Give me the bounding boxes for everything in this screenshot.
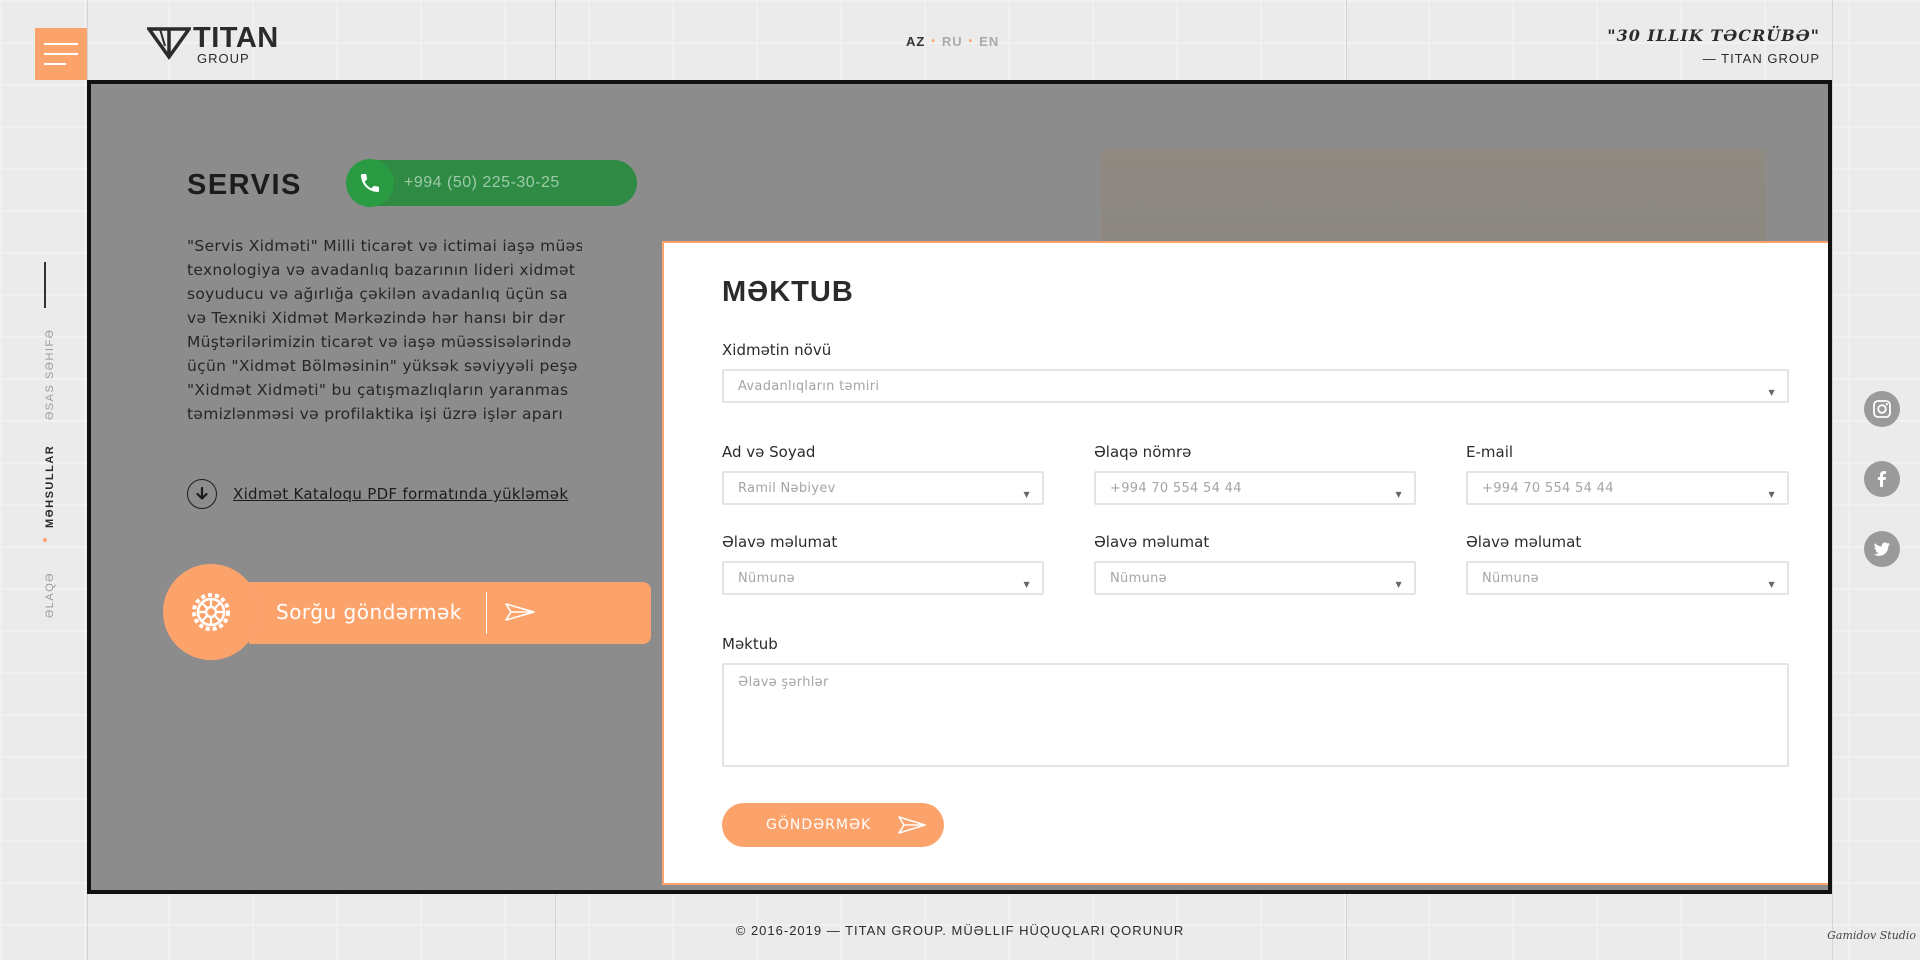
- footer-copyright: © 2016-2019 — TITAN GROUP. MÜƏLLIF HÜQUQ…: [735, 923, 1185, 938]
- description-line: və Texniki Xidmət Mərkəzində hər hansı b…: [187, 309, 566, 327]
- email-label: E-mail: [1466, 443, 1514, 461]
- menu-bar-icon: [44, 43, 78, 45]
- caret-down-icon: ▼: [1395, 490, 1402, 499]
- extra-info-placeholder: Nümunə: [738, 570, 795, 586]
- logo[interactable]: TITAN GROUP: [147, 24, 279, 65]
- hamburger-menu-button[interactable]: [35, 28, 87, 80]
- request-gear-circle[interactable]: [163, 564, 259, 660]
- gear-icon: [192, 593, 230, 631]
- request-label: Sorğu göndərmək: [276, 600, 462, 624]
- download-icon: [196, 486, 208, 500]
- submit-label: GÖNDƏRMƏK: [766, 817, 872, 833]
- caret-down-icon: ▼: [1768, 388, 1775, 397]
- phone-label: Əlaqə nömrə: [1094, 443, 1192, 461]
- paper-plane-icon: [505, 603, 535, 621]
- paper-plane-icon: [898, 816, 926, 834]
- twitter-icon: [1873, 542, 1890, 556]
- instagram-button[interactable]: [1864, 391, 1900, 427]
- nav-active-dot: [43, 538, 47, 542]
- extra-info-label: Əlavə məlumat: [1466, 533, 1582, 551]
- caret-down-icon: ▼: [1768, 490, 1775, 499]
- caret-down-icon: ▼: [1023, 490, 1030, 499]
- letter-modal: MƏKTUB Xidmətin növü Avadanlıqların təmi…: [662, 241, 1828, 885]
- name-label: Ad və Soyad: [722, 443, 816, 461]
- twitter-button[interactable]: [1864, 531, 1900, 567]
- lang-separator: •: [931, 36, 936, 47]
- message-placeholder: Əlavə şərhlər: [738, 675, 829, 690]
- service-type-label: Xidmətin növü: [722, 341, 832, 359]
- service-description: "Servis Xidməti" Milli ticarət və ictima…: [187, 234, 582, 426]
- extra-info-placeholder: Nümunə: [1482, 570, 1539, 586]
- phone-button[interactable]: +994 (50) 225-30-25: [346, 159, 637, 207]
- grid-line: [1832, 0, 1833, 960]
- motto-quote: "30 ILLIK TƏCRÜBƏ": [1607, 26, 1820, 45]
- phone-field[interactable]: +994 70 554 54 44 ▼: [1094, 471, 1416, 505]
- menu-bar-icon: [44, 53, 78, 55]
- lang-en[interactable]: EN: [979, 34, 999, 49]
- modal-title: MƏKTUB: [722, 276, 854, 308]
- extra-info-label: Əlavə məlumat: [1094, 533, 1210, 551]
- extra-info-field-3[interactable]: Nümunə ▼: [1466, 561, 1789, 595]
- lang-ru[interactable]: RU: [942, 34, 963, 49]
- titan-logo-icon: [147, 27, 191, 60]
- nav-item-contact[interactable]: Əlaqə: [44, 572, 56, 618]
- studio-signature[interactable]: Gamidov Studio: [1827, 929, 1916, 942]
- language-switcher: AZ • RU • EN: [906, 34, 999, 49]
- logo-main-text: TITAN: [193, 22, 279, 54]
- service-type-value: Avadanlıqların təmiri: [738, 378, 880, 394]
- caret-down-icon: ▼: [1023, 580, 1030, 589]
- menu-bar-icon: [44, 63, 66, 65]
- nav-indicator-line: [44, 262, 46, 308]
- motto-author: — TITAN GROUP: [1702, 51, 1820, 66]
- caret-down-icon: ▼: [1395, 580, 1402, 589]
- message-textarea[interactable]: Əlavə şərhlər: [722, 663, 1789, 767]
- extra-info-label: Əlavə məlumat: [722, 533, 838, 551]
- lang-separator: •: [968, 36, 974, 47]
- download-label: Xidmət Kataloqu PDF formatında yükləmək: [233, 485, 569, 503]
- content-frame: SERVIS +994 (50) 225-30-25 "Servis Xidmə…: [87, 80, 1832, 894]
- facebook-button[interactable]: [1864, 461, 1900, 497]
- nav-item-home[interactable]: Əsas səhifə: [44, 329, 56, 420]
- phone-icon-wrap: [346, 159, 394, 207]
- extra-info-field-2[interactable]: Nümunə ▼: [1094, 561, 1416, 595]
- description-line: "Servis Xidməti" Milli ticarət və ictima…: [187, 237, 582, 255]
- download-catalog-link[interactable]: Xidmət Kataloqu PDF formatında yükləmək: [187, 479, 568, 509]
- extra-info-field-1[interactable]: Nümunə ▼: [722, 561, 1044, 595]
- nav-item-products[interactable]: Məhsullar: [44, 445, 56, 528]
- service-title: SERVIS: [187, 169, 302, 201]
- description-line: üçün "Xidmət Bölməsinin" yüksək səviyyəl…: [187, 357, 578, 375]
- phone-number: +994 (50) 225-30-25: [404, 174, 560, 191]
- email-field[interactable]: +994 70 554 54 44 ▼: [1466, 471, 1789, 505]
- submit-button[interactable]: GÖNDƏRMƏK: [722, 803, 944, 847]
- phone-placeholder: +994 70 554 54 44: [1110, 480, 1242, 496]
- phone-icon: [361, 174, 379, 192]
- message-label: Məktub: [722, 635, 778, 653]
- facebook-icon: [1877, 471, 1886, 487]
- lang-az[interactable]: AZ: [906, 34, 925, 49]
- description-line: Müştərilərimizin ticarət və iaşə müəssis…: [187, 333, 572, 351]
- service-type-select[interactable]: Avadanlıqların təmiri ▼: [722, 369, 1789, 403]
- instagram-icon: [1873, 400, 1891, 418]
- request-divider: [486, 592, 487, 634]
- description-line: "Xidmət Xidməti" bu çatışmazlıqların yar…: [187, 381, 569, 399]
- download-icon-wrap: [187, 479, 217, 509]
- description-line: soyuducu və ağırlığa çəkilən avadanlıq ü…: [187, 285, 568, 303]
- extra-info-placeholder: Nümunə: [1110, 570, 1167, 586]
- email-placeholder: +994 70 554 54 44: [1482, 480, 1614, 496]
- description-line: texnologiya və avadanlıq bazarının lider…: [187, 261, 576, 279]
- description-line: təmizlənməsi və profilaktika işi üzrə iş…: [187, 405, 563, 423]
- motto: "30 ILLIK TƏCRÜBƏ" — TITAN GROUP: [1607, 26, 1820, 66]
- name-field[interactable]: Ramil Nəbiyev ▼: [722, 471, 1044, 505]
- caret-down-icon: ▼: [1768, 580, 1775, 589]
- name-placeholder: Ramil Nəbiyev: [738, 480, 836, 496]
